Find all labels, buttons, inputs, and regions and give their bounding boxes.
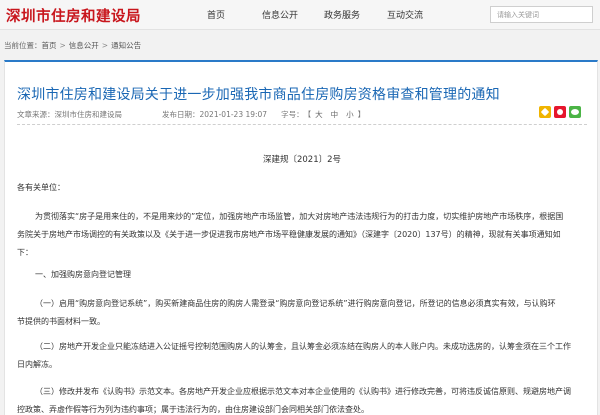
meta-divider [17, 124, 587, 125]
font-size-label: 字号： [281, 110, 304, 119]
share-buttons [539, 106, 581, 118]
breadcrumb-notices[interactable]: 通知公告 [111, 40, 141, 51]
font-size-medium[interactable]: 中 [331, 109, 339, 120]
font-bracket-close: 】 [357, 110, 366, 119]
breadcrumb-info-disclosure[interactable]: 信息公开 [69, 40, 99, 51]
top-navigation-bar: 深圳市住房和建设局 首页 信息公开 政务服务 互动交流 [0, 0, 600, 30]
qzone-icon[interactable] [539, 106, 551, 118]
nav-government-services[interactable]: 政务服务 [324, 8, 360, 21]
paragraph-3-line-1: （二）房地产开发企业只能冻结进入公证摇号控制范围购房人的认筹金，且认筹金必须冻结… [35, 342, 571, 351]
publish-date: 发布日期：2021-01-23 19:07 [162, 110, 268, 119]
nav-interaction[interactable]: 互动交流 [387, 8, 423, 21]
paragraph-2-line-1: （一）启用“购房意向登记系统”，购买新建商品住房的购房人需登录“购房意向登记系统… [35, 299, 556, 308]
paragraph-1-line-2-text: 务院关于房地产市场调控的有关政策以及《关于进一步促进我市房地产市场平稳健康发展的… [17, 230, 561, 239]
article-title: 深圳市住房和建设局关于进一步加强我市商品住房购房资格审查和管理的通知 [17, 87, 500, 103]
breadcrumb-separator: > [59, 41, 66, 50]
font-bracket-open: 【 [303, 110, 312, 119]
breadcrumb: 当前位置： 首页 > 信息公开 > 通知公告 [4, 40, 141, 51]
nav-home[interactable]: 首页 [207, 8, 225, 21]
font-size-small[interactable]: 小 [346, 109, 354, 120]
nav-info-disclosure[interactable]: 信息公开 [262, 8, 298, 21]
search-input[interactable] [490, 6, 593, 23]
font-size-switcher: 【 大 中 小 】 [304, 109, 366, 120]
article-panel: 深圳市住房和建设局关于进一步加强我市商品住房购房资格审查和管理的通知 文章来源：… [4, 60, 598, 415]
section-heading-1: 一、加强购房意向登记管理 [35, 270, 131, 279]
article-meta: 文章来源：深圳市住房和建设局 发布日期：2021-01-23 19:07 字号：… [17, 109, 365, 120]
breadcrumb-prefix: 当前位置： [4, 41, 42, 50]
paragraph-2-line-2: 节提供的书面材料一致。 [17, 317, 105, 326]
paragraph-1-line-1: 为贯彻落实“房子是用来住的，不是用来炒的”定位，加强房地产市场监管，加大对房地产… [35, 212, 564, 221]
paragraph-1-line-2: 务院关于房地产市场调控的有关政策以及《关于进一步促进我市房地产市场平稳健康发展的… [17, 226, 561, 262]
paragraph-4-line-1: （三）修改并发布《认购书》示范文本。各房地产开发企业应根据示范文本对本企业使用的… [35, 387, 571, 396]
article-source: 文章来源：深圳市住房和建设局 [17, 110, 122, 119]
font-size-large[interactable]: 大 [315, 109, 323, 120]
paragraph-4-line-2: 控政策、弄虚作假等行为列为违约事项；属于违法行为的，由住房建设部门会同相关部门依… [17, 405, 369, 414]
site-logo[interactable]: 深圳市住房和建设局 [6, 5, 141, 26]
paragraph-1-line-3-text: 下： [17, 248, 33, 257]
breadcrumb-separator: > [101, 41, 109, 50]
weibo-icon[interactable] [554, 106, 566, 118]
breadcrumb-home[interactable]: 首页 [42, 40, 57, 51]
wechat-icon[interactable] [569, 106, 581, 118]
paragraph-3-line-2: 日内解冻。 [17, 360, 57, 369]
document-number: 深建规〔2021〕2号 [262, 155, 342, 165]
greeting: 各有关单位： [17, 183, 65, 192]
